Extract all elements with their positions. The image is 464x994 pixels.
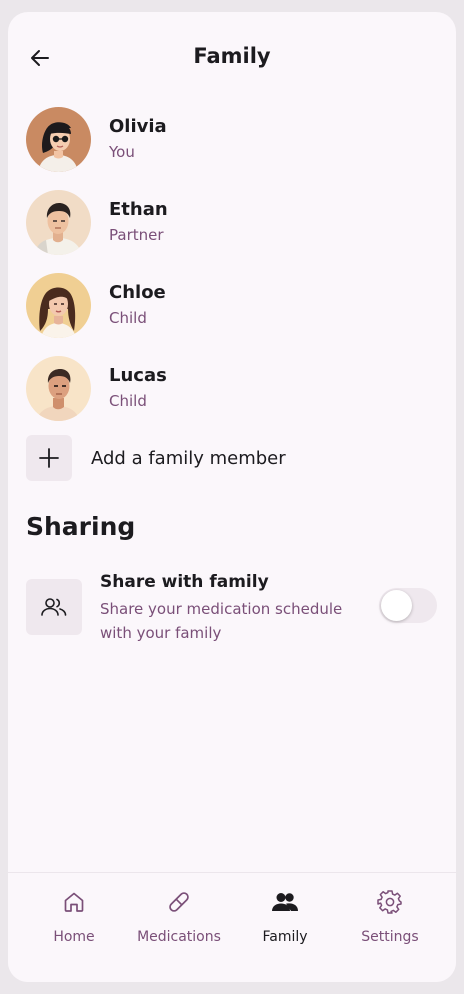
share-with-family-row: Share with family Share your medication … <box>26 572 446 652</box>
users-icon-tile <box>26 579 82 635</box>
nav-item-family[interactable]: Family <box>229 873 341 973</box>
section-title-sharing: Sharing <box>26 512 136 541</box>
app-screen: Family Olivia You Ethan Partner Chloe Ch… <box>8 12 456 982</box>
family-member-ethan[interactable]: Ethan Partner <box>26 187 446 257</box>
member-role: Partner <box>109 226 164 244</box>
top-app-bar: Family <box>8 12 456 104</box>
gear-icon <box>377 890 402 914</box>
member-role: Child <box>109 309 147 327</box>
page-title: Family <box>193 44 271 68</box>
share-with-family-toggle[interactable] <box>379 588 437 623</box>
users-icon <box>41 598 67 616</box>
share-with-family-title: Share with family <box>100 572 269 592</box>
family-member-chloe[interactable]: Chloe Child <box>26 270 446 340</box>
family-member-lucas[interactable]: Lucas Child <box>26 353 446 423</box>
home-icon <box>64 892 84 912</box>
add-family-member-label: Add a family member <box>91 447 286 469</box>
avatar <box>26 355 91 421</box>
member-name: Olivia <box>109 116 167 137</box>
add-family-member-button[interactable]: Add a family member <box>26 435 446 481</box>
member-name: Lucas <box>109 365 167 386</box>
member-role: Child <box>109 392 147 410</box>
users-icon <box>272 893 298 911</box>
nav-label-home: Home <box>53 929 95 945</box>
share-with-family-description: Share your medication schedule with your… <box>100 600 343 642</box>
toggle-knob <box>381 590 412 621</box>
avatar <box>26 272 91 338</box>
bottom-navigation: Home Medications Family Settings <box>8 872 456 982</box>
member-name: Chloe <box>109 282 166 303</box>
family-member-olivia[interactable]: Olivia You <box>26 104 446 174</box>
nav-label-family: Family <box>262 929 308 945</box>
member-name: Ethan <box>109 199 168 220</box>
plus-icon <box>39 448 59 468</box>
nav-item-home[interactable]: Home <box>18 873 130 973</box>
avatar <box>26 106 91 172</box>
nav-item-settings[interactable]: Settings <box>334 873 446 973</box>
pill-icon <box>169 892 189 912</box>
nav-label-settings: Settings <box>361 929 419 945</box>
member-role: You <box>109 143 135 161</box>
avatar <box>26 189 91 255</box>
plus-icon-tile <box>26 435 72 481</box>
nav-item-medications[interactable]: Medications <box>123 873 235 973</box>
nav-label-medications: Medications <box>137 929 221 945</box>
